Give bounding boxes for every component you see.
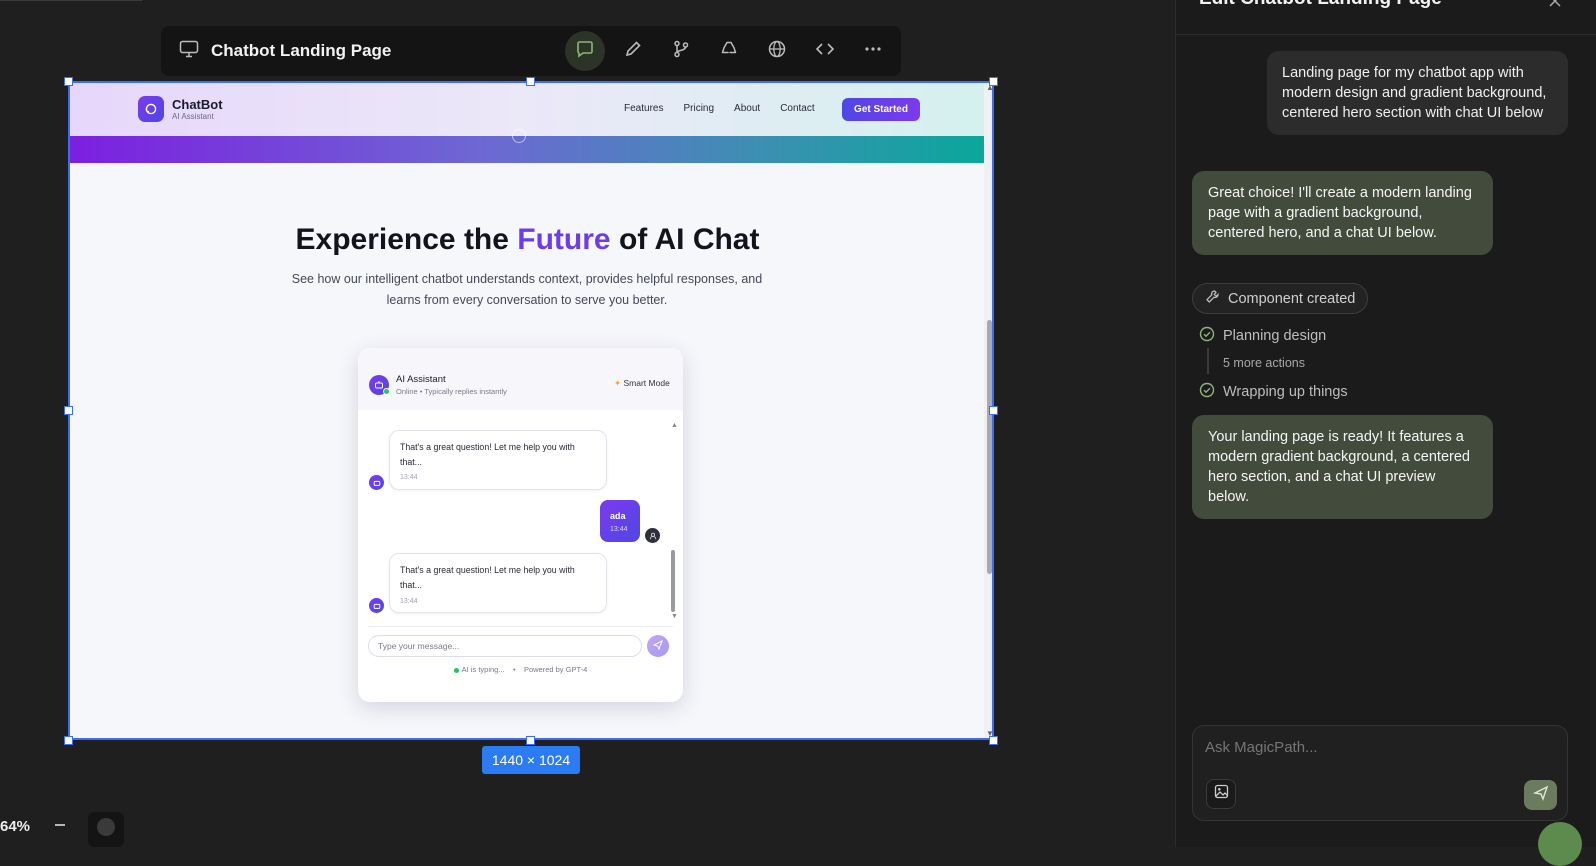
zoom-level[interactable]: 64% [0, 818, 30, 835]
brand-logo-icon [138, 96, 164, 122]
bot-message: That's a great question! Let me help you… [389, 430, 607, 490]
chat-footer: AI is typing... • Powered by GPT-4 [358, 665, 683, 674]
resize-handle-top-left[interactable] [64, 77, 73, 86]
panel-title: Edit Chatbot Landing Page [1199, 0, 1442, 10]
circle-icon [96, 817, 116, 842]
pencil-icon [623, 39, 643, 64]
hero-subtitle: See how our intelligent chatbot understa… [291, 272, 763, 307]
typing-indicator [453, 667, 459, 673]
theme-toggle-button[interactable] [88, 812, 124, 847]
chat-tool-button[interactable] [565, 31, 605, 71]
chat-title: AI Assistant [396, 374, 446, 385]
branch-tool-button[interactable] [661, 31, 701, 71]
loading-ring-icon [512, 129, 526, 143]
resize-handle-bottom-left[interactable] [64, 736, 73, 745]
nav-link-about[interactable]: About [734, 103, 760, 114]
sparkle-icon: ✦ [614, 378, 622, 388]
frame-scrollbar-thumb[interactable] [987, 320, 992, 574]
scroll-up-icon[interactable]: ▲ [671, 422, 678, 429]
chat-scrollbar[interactable] [671, 550, 675, 612]
chat-send-button[interactable] [647, 635, 669, 657]
hero-title: Experience the Future of AI Chat [295, 223, 760, 256]
monitor-icon [179, 40, 199, 63]
scroll-down-icon[interactable]: ▼ [671, 613, 678, 620]
remix-tool-button[interactable] [709, 31, 749, 71]
resize-handle-right[interactable] [989, 406, 998, 415]
top-edge [0, 0, 142, 1]
user-icon [645, 528, 660, 543]
edit-tool-button[interactable] [613, 31, 653, 71]
smart-mode-badge[interactable]: ✦ Smart Mode [614, 378, 670, 389]
close-panel-button[interactable] [1548, 0, 1562, 13]
gradient-band [70, 136, 985, 163]
nav-link-features[interactable]: Features [624, 103, 663, 114]
step-planning-design: Planning design [1199, 326, 1326, 346]
brand-sub: AI Assistant [172, 111, 214, 121]
bot-message: That's a great question! Let me help you… [389, 553, 607, 613]
chat-message-input[interactable]: Type your message... [368, 635, 642, 657]
recycle-icon [719, 39, 739, 64]
zoom-out-button[interactable] [48, 815, 72, 839]
chat-icon [575, 39, 595, 64]
user-prompt-message: Landing page for my chatbot app with mod… [1267, 51, 1568, 135]
code-tool-button[interactable] [805, 31, 845, 71]
resize-handle-bottom-right[interactable] [989, 736, 998, 745]
brand-name: ChatBot [172, 96, 223, 112]
send-icon [1532, 785, 1549, 806]
site-navbar: ChatBot AI Assistant Features Pricing Ab… [70, 83, 985, 136]
chat-header: AI Assistant Online • Typically replies … [358, 348, 683, 410]
preview-frame[interactable]: ChatBot AI Assistant Features Pricing Ab… [68, 81, 994, 740]
edit-panel: Edit Chatbot Landing Page Landing page f… [1175, 0, 1596, 866]
code-icon [815, 39, 835, 64]
resize-handle-top-right[interactable] [989, 77, 998, 86]
check-circle-icon [1199, 382, 1215, 402]
robot-icon [369, 598, 384, 613]
globe-icon [767, 39, 787, 64]
panel-divider [1176, 34, 1596, 35]
nav-link-pricing[interactable]: Pricing [683, 103, 714, 114]
site-brand[interactable]: ChatBot AI Assistant [138, 96, 223, 122]
frame-toolbar: Chatbot Landing Page [161, 26, 901, 76]
avatar[interactable] [1538, 822, 1582, 866]
check-circle-icon [1199, 326, 1215, 346]
publish-tool-button[interactable] [757, 31, 797, 71]
minus-icon [53, 818, 67, 837]
composer [1192, 725, 1568, 821]
more-options-button[interactable] [853, 31, 893, 71]
resize-handle-bottom[interactable] [526, 736, 535, 745]
composer-divider [368, 626, 673, 627]
resize-handle-top[interactable] [526, 77, 535, 86]
get-started-button[interactable]: Get Started [842, 98, 920, 121]
component-created-chip[interactable]: Component created [1192, 283, 1369, 314]
assistant-message: Your landing page is ready! It features … [1192, 415, 1493, 519]
attach-image-button[interactable] [1206, 779, 1236, 809]
frame-size-badge: 1440 × 1024 [482, 746, 580, 774]
more-icon [863, 39, 883, 64]
chat-preview-card: AI Assistant Online • Typically replies … [358, 348, 683, 702]
chat-status: Online • Typically replies instantly [396, 387, 507, 396]
user-message: ada 13:44 [600, 500, 640, 542]
step-connector [1207, 348, 1209, 374]
image-icon [1214, 784, 1229, 804]
branch-icon [671, 39, 691, 64]
composer-input[interactable] [1205, 739, 1545, 756]
wrench-icon [1205, 289, 1220, 308]
send-icon [652, 637, 663, 655]
close-icon [1548, 0, 1562, 12]
frame-title[interactable]: Chatbot Landing Page [211, 41, 391, 61]
nav-link-contact[interactable]: Contact [780, 103, 814, 114]
assistant-message: Great choice! I'll create a modern landi… [1192, 171, 1493, 255]
resize-handle-left[interactable] [64, 406, 73, 415]
online-indicator [383, 388, 390, 395]
robot-icon [369, 475, 384, 490]
send-button[interactable] [1524, 780, 1557, 810]
more-actions-toggle[interactable]: 5 more actions [1223, 356, 1305, 370]
step-wrapping-up: Wrapping up things [1199, 382, 1348, 402]
